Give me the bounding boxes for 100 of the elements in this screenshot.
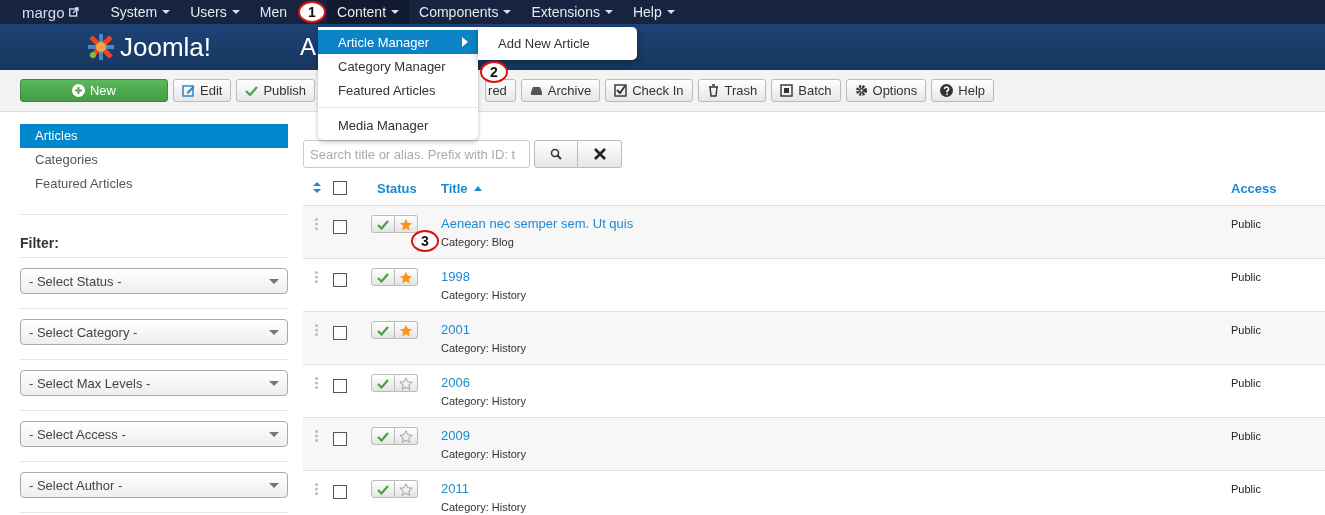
star-outline-icon xyxy=(399,429,413,443)
checkbox-icon xyxy=(614,84,628,97)
menu-item[interactable]: System xyxy=(100,0,181,24)
menu-item[interactable]: Article Manager xyxy=(318,30,478,54)
check-icon xyxy=(377,430,389,442)
menu-item[interactable]: Featured Articles xyxy=(318,78,478,102)
logo-text: Joomla! xyxy=(120,31,212,63)
article-title-link[interactable]: Aenean nec semper sem. Ut quis xyxy=(441,216,634,231)
sort-icon xyxy=(313,181,321,193)
logo-icon xyxy=(86,32,116,62)
toolbar-button[interactable]: Check In xyxy=(605,79,693,102)
drag-handle-icon xyxy=(315,218,318,230)
clear-button[interactable] xyxy=(578,140,622,168)
toolbar-button[interactable]: Options xyxy=(845,79,927,102)
menu-item[interactable]: Extensions xyxy=(521,0,623,24)
category-label: Category: History xyxy=(441,501,526,513)
toolbar-button[interactable]: red xyxy=(485,79,516,102)
category-label: Category: History xyxy=(441,395,526,407)
drag-handle-icon xyxy=(315,430,318,442)
menu-item[interactable]: Content xyxy=(327,0,410,24)
featured-toggle[interactable] xyxy=(395,215,418,233)
featured-toggle[interactable] xyxy=(395,427,418,445)
featured-toggle[interactable] xyxy=(395,321,418,339)
row-checkbox[interactable] xyxy=(333,485,347,499)
article-title-link[interactable]: 2006 xyxy=(441,375,470,390)
category-label: Category: Blog xyxy=(441,236,514,248)
menu-item[interactable]: Help xyxy=(622,0,685,24)
star-icon xyxy=(399,270,413,284)
check-icon xyxy=(377,324,389,336)
search-button[interactable] xyxy=(534,140,578,168)
square-icon xyxy=(780,84,794,97)
article-title-link[interactable]: 1998 xyxy=(441,269,470,284)
row-checkbox[interactable] xyxy=(333,326,347,340)
column-header[interactable]: Status xyxy=(361,180,441,196)
table-cell-text: Public xyxy=(1231,483,1262,495)
menu-item[interactable]: Men xyxy=(249,0,297,24)
toolbar-button[interactable]: Edit xyxy=(173,79,232,102)
filter-heading: Filter: xyxy=(20,234,60,253)
featured-toggle[interactable] xyxy=(395,374,418,392)
category-label: Category: History xyxy=(441,342,526,354)
sidebar-item[interactable]: Categories xyxy=(20,148,288,172)
table-cell-text: Public xyxy=(1231,324,1262,336)
category-label: Category: History xyxy=(441,289,526,301)
publish-toggle[interactable] xyxy=(371,268,395,286)
drag-handle-icon xyxy=(315,483,318,495)
publish-toggle[interactable] xyxy=(371,427,395,445)
edit-icon xyxy=(182,84,195,97)
table-cell-text: Public xyxy=(1231,271,1262,283)
article-title-link[interactable]: 2009 xyxy=(441,428,470,443)
menu-item[interactable]: Category Manager xyxy=(318,54,478,78)
page-title: A xyxy=(300,33,316,61)
filter-select[interactable]: - Select Author - xyxy=(20,472,288,498)
toolbar-button[interactable]: Publish xyxy=(236,79,316,102)
publish-toggle[interactable] xyxy=(371,215,395,233)
row-checkbox[interactable] xyxy=(333,220,347,234)
toolbar-button[interactable]: Batch xyxy=(771,79,841,102)
star-icon xyxy=(399,323,413,337)
toolbar-button[interactable]: Trash xyxy=(697,79,767,102)
publish-toggle[interactable] xyxy=(371,480,395,498)
question-icon xyxy=(940,84,954,97)
search-icon xyxy=(550,148,562,160)
submenu-item[interactable]: Add New Article xyxy=(478,27,637,60)
star-outline-icon xyxy=(399,376,413,390)
table-cell-text: Public xyxy=(1231,430,1262,442)
article-title-link[interactable]: 2011 xyxy=(441,481,469,496)
drag-handle-icon xyxy=(315,324,318,336)
filter-select[interactable]: - Select Max Levels - xyxy=(20,370,288,396)
search-field[interactable]: Search title or alias. Prefix with ID: t xyxy=(303,140,530,168)
filter-select[interactable]: - Select Access - xyxy=(20,421,288,447)
sort-up-icon xyxy=(473,185,482,191)
archive-icon xyxy=(529,84,543,97)
site-link[interactable]: margo xyxy=(22,3,65,21)
row-checkbox[interactable] xyxy=(333,432,347,446)
featured-toggle[interactable] xyxy=(395,480,418,498)
menu-item[interactable]: Components xyxy=(409,0,522,24)
check-icon xyxy=(377,271,389,283)
column-header[interactable]: Access xyxy=(1231,180,1325,196)
filter-select[interactable]: - Select Status - xyxy=(20,268,288,294)
toolbar-button[interactable]: Help xyxy=(931,79,995,102)
row-checkbox[interactable] xyxy=(333,273,347,287)
trash-icon xyxy=(706,84,720,97)
row-checkbox[interactable] xyxy=(333,379,347,393)
drag-handle-icon xyxy=(315,377,318,389)
article-title-link[interactable]: 2001 xyxy=(441,322,470,337)
external-link-icon xyxy=(68,7,79,17)
table-cell-text: Public xyxy=(1231,377,1262,389)
star-outline-icon xyxy=(399,482,413,496)
table-cell-text: Public xyxy=(1231,218,1262,230)
drag-handle-icon xyxy=(315,271,318,283)
column-header[interactable]: Title xyxy=(441,180,482,196)
select-all-checkbox[interactable] xyxy=(333,181,347,195)
publish-toggle[interactable] xyxy=(371,321,395,339)
menu-item[interactable]: Media Manager xyxy=(318,113,478,137)
menu-item[interactable]: Users xyxy=(180,0,250,24)
sidebar-item[interactable]: Featured Articles xyxy=(20,172,288,196)
sidebar-item[interactable]: Articles xyxy=(20,124,288,148)
toolbar-button[interactable]: Archive xyxy=(520,79,601,102)
publish-toggle[interactable] xyxy=(371,374,395,392)
featured-toggle[interactable] xyxy=(395,268,418,286)
filter-select[interactable]: - Select Category - xyxy=(20,319,288,345)
